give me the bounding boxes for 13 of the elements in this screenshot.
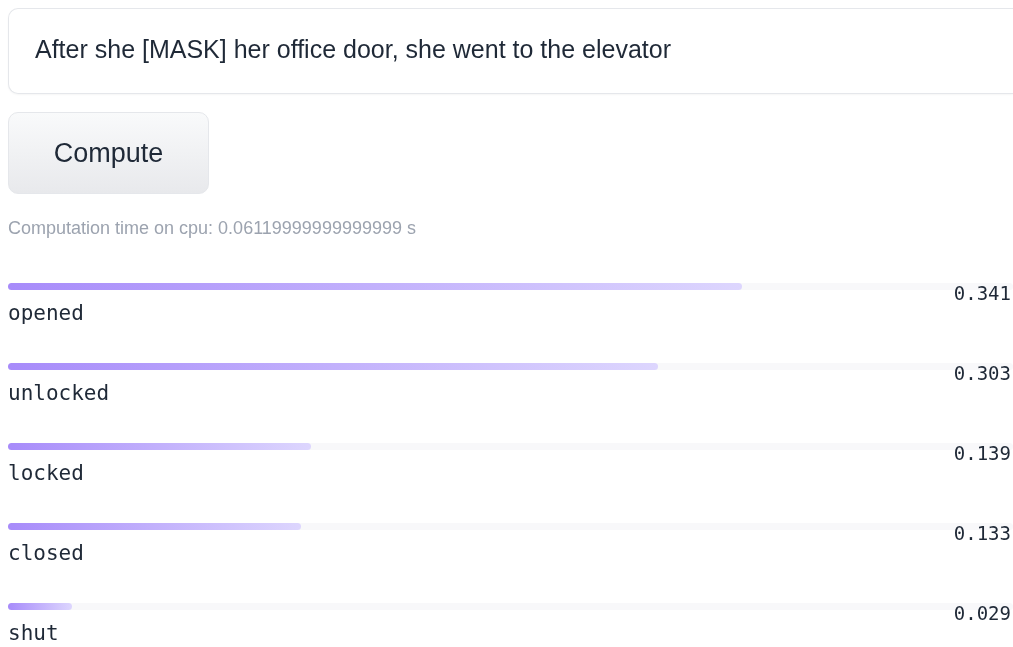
score-value: 0.133 [953, 522, 1011, 544]
result-label: locked [8, 461, 84, 486]
result-label: unlocked [8, 381, 110, 406]
score-value: 0.303 [953, 362, 1011, 384]
result-label: opened [8, 301, 84, 326]
score-value: 0.029 [953, 602, 1011, 624]
score-value: 0.341 [953, 282, 1011, 304]
result-label: closed [8, 541, 84, 566]
text-input-field[interactable]: After she [MASK] her office door, she went to the elevator [8, 8, 1013, 94]
result-label: shut [8, 621, 59, 646]
computation-time-text: Computation time on cpu: 0.06119999999999999 s [8, 218, 417, 239]
compute-button[interactable]: Compute [8, 112, 209, 194]
score-value: 0.139 [953, 442, 1011, 464]
